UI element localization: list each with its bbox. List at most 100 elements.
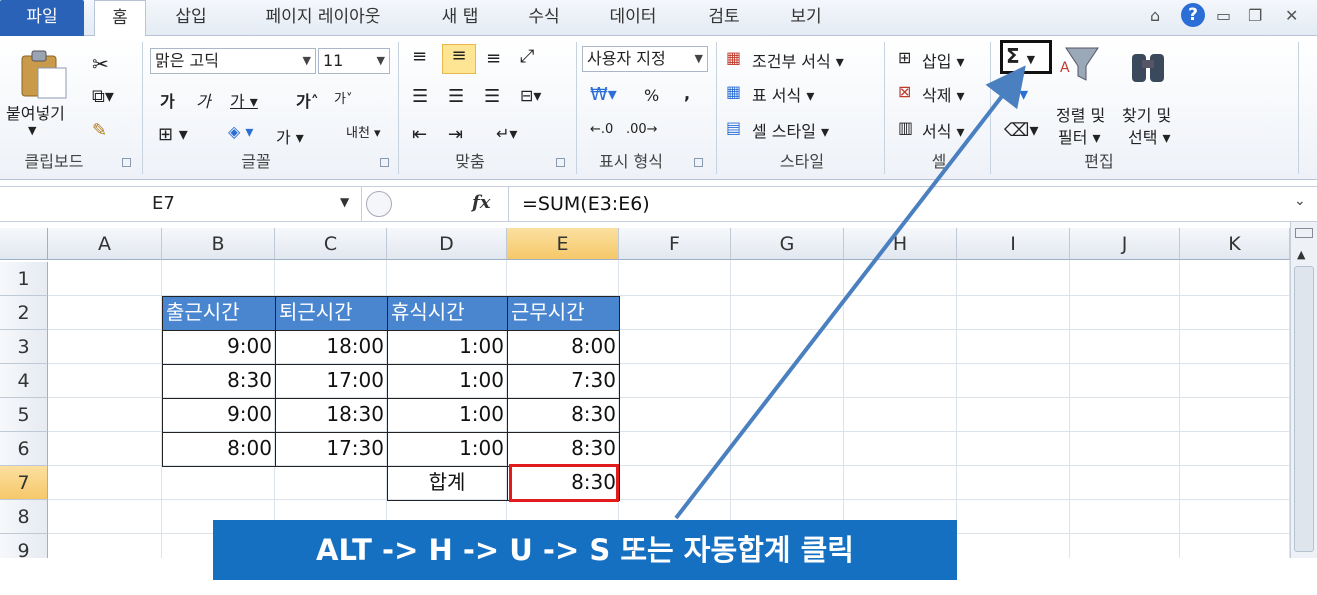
- worksheet-grid[interactable]: ABCDEFGHIJK 123456789 출근시간 퇴근시간 휴식시간 근무시간 9:…: [0, 228, 1290, 558]
- align-middle-icon[interactable]: ≡: [442, 44, 476, 74]
- paste-icon[interactable]: [18, 46, 70, 100]
- delete-cells-button[interactable]: 삭제 ▾: [922, 82, 965, 106]
- cells-group-label: 셀: [931, 152, 947, 171]
- row-header-2[interactable]: 2: [0, 296, 48, 330]
- vertical-scrollbar[interactable]: ▲: [1290, 222, 1317, 558]
- select-all-button[interactable]: [0, 228, 48, 260]
- paste-button[interactable]: 붙여넣기: [6, 100, 65, 124]
- sort-filter-line1[interactable]: 정렬 및: [1056, 102, 1105, 126]
- column-header-g[interactable]: G: [731, 228, 844, 260]
- clipboard-launcher-icon[interactable]: [122, 158, 131, 167]
- formula-bar-divider-handle[interactable]: [366, 191, 392, 217]
- name-box-dropdown-icon[interactable]: ▼: [340, 195, 349, 209]
- formula-input[interactable]: =SUM(E3:E6): [522, 187, 650, 221]
- tab-page-layout[interactable]: 페이지 레이아웃: [250, 0, 396, 36]
- column-header-f[interactable]: F: [619, 228, 731, 260]
- column-header-j[interactable]: J: [1070, 228, 1180, 260]
- bold-icon[interactable]: 가: [160, 88, 175, 112]
- align-center-icon[interactable]: ☰: [448, 86, 464, 107]
- table-format-button[interactable]: 표 서식 ▾: [752, 82, 814, 106]
- column-header-i[interactable]: I: [957, 228, 1070, 260]
- copy-icon[interactable]: ⧉▾: [92, 86, 114, 107]
- row-header-4[interactable]: 4: [0, 364, 48, 398]
- number-launcher-icon[interactable]: [694, 158, 703, 167]
- minimize-window-icon[interactable]: ▭: [1216, 6, 1231, 25]
- underline-icon[interactable]: 가 ▾: [230, 88, 258, 112]
- row-header-8[interactable]: 8: [0, 500, 48, 534]
- column-header-c[interactable]: C: [275, 228, 387, 260]
- fill-down-icon[interactable]: ⬇▾: [1004, 84, 1028, 105]
- split-handle[interactable]: [1295, 228, 1313, 238]
- grow-font-icon[interactable]: 가˄: [296, 88, 319, 112]
- format-cells-button[interactable]: 서식 ▾: [922, 118, 965, 142]
- tab-view[interactable]: 보기: [782, 0, 830, 36]
- font-size-select[interactable]: 11 ▼: [318, 48, 390, 74]
- row-header-3[interactable]: 3: [0, 330, 48, 364]
- restore-window-icon[interactable]: ❐: [1248, 6, 1262, 25]
- row-header-7[interactable]: 7: [0, 466, 48, 500]
- find-select-button[interactable]: 선택 ▾: [1128, 124, 1171, 148]
- column-header-b[interactable]: B: [162, 228, 275, 260]
- percent-style-button[interactable]: %: [644, 86, 659, 105]
- wrap-text-icon[interactable]: ↵▾: [496, 124, 517, 143]
- find-select-line1[interactable]: 찾기 및: [1122, 102, 1171, 126]
- phonetic-icon[interactable]: 내천 ▾: [346, 122, 381, 141]
- align-right-icon[interactable]: ☰: [484, 86, 500, 107]
- fill-color-icon[interactable]: ◈ ▾: [228, 122, 253, 141]
- column-header-a[interactable]: A: [48, 228, 162, 260]
- cut-icon[interactable]: ✂: [92, 52, 109, 76]
- minimize-ribbon-icon[interactable]: ⌂: [1150, 6, 1160, 25]
- autosum-button[interactable]: Σ ▼: [1006, 44, 1035, 68]
- gridline: [48, 499, 1290, 500]
- increase-decimal-icon[interactable]: ←.0: [590, 122, 613, 137]
- name-box[interactable]: E7: [0, 187, 362, 221]
- scroll-up-icon[interactable]: ▲: [1297, 248, 1305, 261]
- tab-new[interactable]: 새 탭: [430, 0, 490, 36]
- column-header-k[interactable]: K: [1180, 228, 1290, 260]
- insert-function-icon[interactable]: fx: [472, 192, 490, 213]
- decrease-decimal-icon[interactable]: .00→: [626, 122, 658, 137]
- sort-filter-button[interactable]: 필터 ▾: [1058, 124, 1101, 148]
- close-window-icon[interactable]: ✕: [1285, 6, 1298, 25]
- expand-formula-bar-icon[interactable]: ⌄: [1294, 193, 1306, 209]
- tab-review[interactable]: 검토: [700, 0, 748, 36]
- cell-style-button[interactable]: 셀 스타일 ▾: [752, 118, 829, 142]
- row-header-5[interactable]: 5: [0, 398, 48, 432]
- column-header-d[interactable]: D: [387, 228, 507, 260]
- tab-insert[interactable]: 삽입: [168, 0, 214, 36]
- font-name-select[interactable]: 맑은 고딕 ▼: [150, 48, 316, 74]
- scroll-thumb[interactable]: [1294, 266, 1314, 552]
- column-header-h[interactable]: H: [844, 228, 957, 260]
- find-select-label: 선택: [1128, 128, 1158, 147]
- row-header-6[interactable]: 6: [0, 432, 48, 466]
- paste-dropdown-icon[interactable]: ▼: [28, 124, 36, 137]
- font-launcher-icon[interactable]: [380, 158, 389, 167]
- tab-formulas[interactable]: 수식: [520, 0, 568, 36]
- help-icon[interactable]: ?: [1181, 3, 1205, 27]
- number-format-select[interactable]: 사용자 지정 ▼: [582, 46, 708, 72]
- align-left-icon[interactable]: ☰: [412, 86, 428, 107]
- row-header-9[interactable]: 9: [0, 534, 48, 558]
- tab-data[interactable]: 데이터: [600, 0, 666, 36]
- tab-file[interactable]: 파일: [0, 0, 84, 36]
- row-header-1[interactable]: 1: [0, 262, 48, 296]
- align-top-icon[interactable]: ≡: [412, 46, 427, 67]
- alignment-launcher-icon[interactable]: [556, 158, 565, 167]
- orientation-icon[interactable]: ⤢: [520, 46, 534, 67]
- tab-home[interactable]: 홈: [94, 0, 146, 37]
- merge-center-icon[interactable]: ⊟▾: [520, 86, 541, 105]
- increase-indent-icon[interactable]: ⇥: [448, 124, 463, 145]
- column-header-e[interactable]: E: [507, 228, 619, 260]
- border-icon[interactable]: ⊞ ▾: [158, 124, 188, 145]
- currency-icon[interactable]: ₩▾: [590, 84, 617, 105]
- format-painter-icon[interactable]: ✎: [92, 120, 107, 141]
- font-color-icon[interactable]: 가 ▾: [276, 124, 304, 148]
- conditional-format-button[interactable]: 조건부 서식 ▾: [752, 48, 844, 72]
- clear-icon[interactable]: ⌫▾: [1004, 120, 1039, 141]
- align-bottom-icon[interactable]: ≡: [486, 48, 501, 69]
- shrink-font-icon[interactable]: 가˅: [334, 88, 352, 107]
- comma-style-button[interactable]: ,: [684, 84, 690, 103]
- italic-icon[interactable]: 가: [196, 88, 211, 112]
- decrease-indent-icon[interactable]: ⇤: [412, 124, 427, 145]
- insert-cells-button[interactable]: 삽입 ▾: [922, 48, 965, 72]
